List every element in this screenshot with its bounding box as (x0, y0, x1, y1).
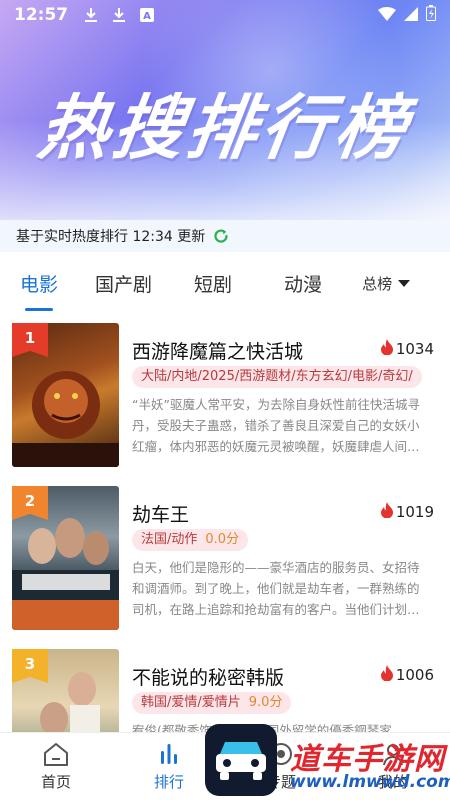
svg-text:A: A (143, 11, 151, 22)
tag-text: 法国/动作 (141, 532, 198, 547)
tab-anime[interactable]: 动漫 (284, 270, 322, 297)
item-description: “半妖”驱魔人常平安，为去除自身妖性前往快活城寻丹，受股夫子蛊惑，错杀了善良且深… (132, 397, 420, 454)
rating-score: 9.0分 (248, 695, 283, 710)
list-item[interactable]: 1 西游降魔篇之快活城 1034 大陆/内地/2025/西游题材/东方玄幻/电影… (0, 320, 450, 483)
rating-score: 0.0分 (205, 532, 240, 547)
wifi-icon (378, 6, 396, 25)
update-info: 基于实时热度排行 12:34 更新 (0, 220, 450, 252)
refresh-icon[interactable] (213, 228, 229, 244)
a-badge-icon: A (138, 6, 156, 24)
tab-domestic-drama[interactable]: 国产剧 (95, 270, 152, 297)
nav-ranking-label: 排行 (153, 773, 184, 791)
item-title: 劫车王 (132, 504, 190, 526)
tag-text: 大陆/内地/2025/西游题材/东方玄幻/电影/奇幻/ (141, 369, 413, 384)
item-description: 白天，他们是隐形的——豪华酒店的服务员、女招待和调酒师。到了晚上，他们就是劫车者… (132, 560, 420, 617)
chevron-down-icon (398, 279, 411, 287)
tab-short-drama[interactable]: 短剧 (194, 270, 232, 297)
status-bar: 12:57 A (0, 0, 450, 30)
home-icon (41, 739, 71, 769)
watermark-url: www.lmwwd.com (290, 772, 450, 792)
heat-score: 1006 (380, 665, 434, 685)
nav-home-label: 首页 (40, 773, 71, 791)
tag-pill: 大陆/内地/2025/西游题材/东方玄幻/电影/奇幻/ (132, 366, 422, 388)
ranking-icon (154, 739, 184, 769)
heat-score: 1019 (380, 502, 434, 522)
battery-icon (426, 5, 436, 25)
heat-value: 1034 (395, 340, 434, 358)
list-item[interactable]: 2 劫车王 1019 法国/动作 0.0分 白天，他们是隐形的——豪华酒店的服务员… (0, 483, 450, 646)
download-icon (82, 6, 100, 24)
ranking-list: 1 西游降魔篇之快活城 1034 大陆/内地/2025/西游题材/东方玄幻/电影… (0, 320, 450, 732)
tab-movie[interactable]: 电影 (20, 270, 58, 297)
item-description: 宥俊(都敬秀饰)是一位在国外留学的優秀鋼琴家，他… (132, 720, 428, 732)
tag-text: 韩国/爱情/爱情片 (141, 695, 241, 710)
flame-icon (380, 665, 394, 685)
watermark-logo (205, 724, 277, 796)
list-item[interactable]: 3 不能说的秘密韩版 1006 韩国/爱情/爱情片9.0分 宥俊(都敬秀饰)是一… (0, 646, 450, 732)
heat-value: 1006 (395, 666, 434, 684)
ranking-filter-dropdown[interactable]: 总榜 (362, 273, 411, 294)
flame-icon (380, 502, 394, 522)
tag-pill: 法国/动作 0.0分 (132, 529, 249, 551)
nav-home[interactable]: 首页 (21, 739, 91, 792)
item-title: 不能说的秘密韩版 (132, 667, 285, 689)
category-tabs: 电影 国产剧 短剧 动漫 总榜 (0, 258, 450, 308)
item-title: 西游降魔篇之快活城 (132, 341, 304, 363)
nav-ranking[interactable]: 排行 (134, 739, 204, 792)
header-banner: 12:57 A 热搜排行榜 (0, 0, 450, 232)
update-text: 基于实时热度排行 12:34 更新 (16, 229, 206, 245)
tag-pill: 韩国/爱情/爱情片 9.0分 (132, 692, 292, 714)
heat-value: 1019 (395, 503, 434, 521)
download-icon (110, 6, 128, 24)
status-time: 12:57 (14, 5, 69, 25)
ranking-filter-label: 总榜 (362, 274, 393, 293)
page-title: 热搜排行榜 (33, 87, 415, 169)
heat-score: 1034 (380, 339, 434, 359)
flame-icon (380, 339, 394, 359)
signal-icon (404, 6, 418, 25)
